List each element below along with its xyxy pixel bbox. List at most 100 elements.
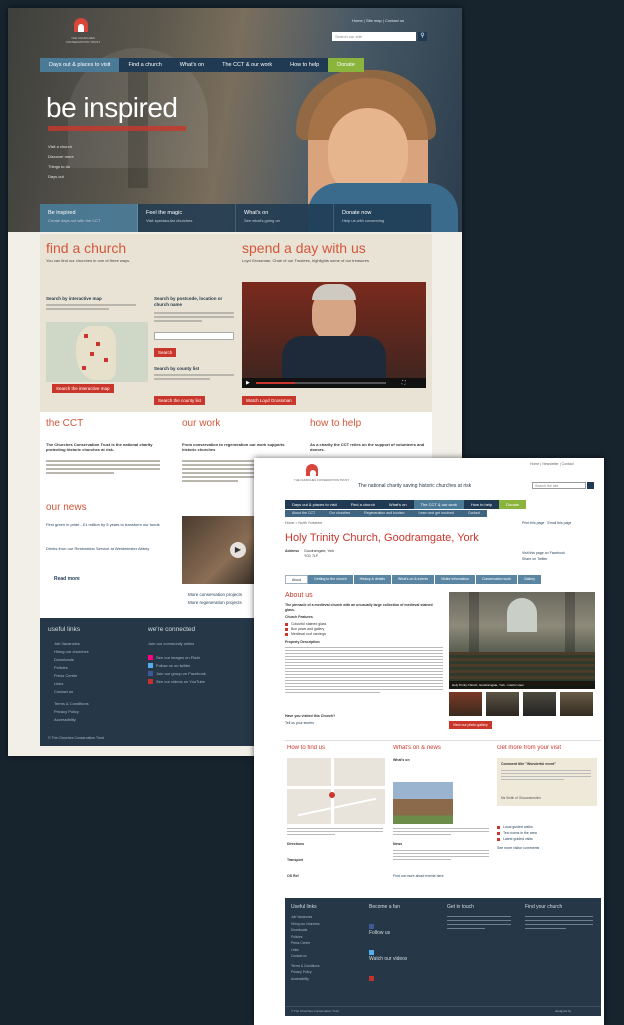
- page-title: Holy Trinity Church, Goodramgate, York: [285, 532, 479, 544]
- nav-days-out[interactable]: Days out & places to visit: [285, 500, 344, 509]
- nav-cct-work[interactable]: The CCT & our work: [413, 500, 464, 509]
- video-controls[interactable]: ▶ ⛶: [242, 378, 426, 388]
- play-icon[interactable]: ▶: [246, 380, 250, 386]
- footer-link[interactable]: Hiring our churches: [54, 648, 89, 656]
- subnav-item[interactable]: Regeneration and tourism: [357, 510, 411, 517]
- breadcrumb[interactable]: Home > North Yorkshire: [285, 521, 322, 525]
- news-item[interactable]: First green in pride - £1 million by 5 y…: [46, 522, 162, 527]
- map-marker-icon[interactable]: [84, 334, 88, 338]
- footer-link[interactable]: Contact us: [54, 688, 89, 696]
- gallery-thumb[interactable]: [449, 692, 482, 716]
- nav-days-out[interactable]: Days out & places to visit: [40, 58, 120, 72]
- map-marker-icon[interactable]: [96, 342, 100, 346]
- youtube-link[interactable]: [369, 970, 377, 988]
- gallery-thumb[interactable]: [560, 692, 593, 716]
- tab-visitor-info[interactable]: Visitor information: [435, 575, 476, 584]
- postcode-input[interactable]: [154, 332, 234, 340]
- search-button-icon[interactable]: ⚲: [418, 32, 427, 41]
- map-search-button[interactable]: Search the interactive map: [52, 384, 114, 393]
- news-item[interactable]: Drinks from our Restoration Service at W…: [46, 546, 162, 551]
- social-facebook[interactable]: Join our group on Facebook: [148, 670, 206, 678]
- cct-logo-icon[interactable]: [306, 464, 318, 478]
- hero-tab-donate[interactable]: Donate now Help us with conserving: [334, 204, 432, 232]
- nav-how-help[interactable]: How to help: [463, 500, 500, 509]
- footer-link[interactable]: Job Vacancies: [54, 640, 89, 648]
- location-map[interactable]: [287, 758, 385, 824]
- tab-whats-on[interactable]: What's on & events: [391, 575, 435, 584]
- event-photo[interactable]: [393, 782, 453, 824]
- tab-gallery[interactable]: Gallery: [517, 575, 543, 584]
- nav-find-church[interactable]: Find a church: [343, 500, 382, 509]
- tab-history[interactable]: History & details: [353, 575, 392, 584]
- gallery-thumb[interactable]: [486, 692, 519, 716]
- cct-logo-icon[interactable]: [74, 18, 88, 32]
- subnav-item[interactable]: Contact: [461, 510, 487, 517]
- watch-video-button[interactable]: Watch Loyd Grossman: [242, 396, 296, 405]
- map-marker-icon[interactable]: [104, 358, 108, 362]
- work-link[interactable]: More regeneration projects: [188, 600, 242, 605]
- nav-cct-work[interactable]: The CCT & our work: [213, 58, 282, 72]
- interactive-map-preview[interactable]: [46, 322, 148, 382]
- church-interior-photo[interactable]: Holy Trinity Church, Goodramgate, York -…: [449, 592, 595, 689]
- social-flickr[interactable]: See our images on Flickr: [148, 654, 206, 662]
- footer-link[interactable]: Accessibility: [291, 976, 320, 983]
- footer-link[interactable]: Press Centre: [54, 672, 89, 680]
- search-button-icon[interactable]: [587, 482, 594, 489]
- tab-conservation[interactable]: Conservation work: [475, 575, 518, 584]
- nav-donate[interactable]: Donate: [328, 58, 364, 72]
- news-read-more[interactable]: Read more: [54, 576, 80, 582]
- hero-tab-whatson[interactable]: What's on See what's going on: [236, 204, 334, 232]
- video-player[interactable]: ▶ ⛶: [242, 282, 426, 388]
- top-link-home[interactable]: Home: [352, 18, 363, 23]
- map-marker-icon[interactable]: [90, 352, 94, 356]
- visited-link[interactable]: Tell us your stories: [285, 721, 314, 725]
- social-youtube[interactable]: See our videos on YouTube: [148, 678, 206, 686]
- subnav-item[interactable]: Our churches: [322, 510, 357, 517]
- subnav-item[interactable]: About the CCT: [285, 510, 322, 517]
- hero-tab-inspired[interactable]: Be inspired Create days out with the CCT: [40, 204, 138, 232]
- top-links[interactable]: Home | Site map | Contact us: [352, 18, 404, 23]
- nav-find-church[interactable]: Find a church: [119, 58, 171, 72]
- whats-on-more-link[interactable]: Find out more about events here: [393, 874, 444, 878]
- play-icon[interactable]: ▶: [230, 542, 246, 558]
- hero-tab-magic[interactable]: Feel the magic Visit spectacular churches: [138, 204, 236, 232]
- search-input[interactable]: Search the site: [532, 482, 586, 489]
- footer-link[interactable]: Links: [54, 680, 89, 688]
- footer-link[interactable]: Terms & Conditions: [54, 700, 89, 708]
- top-link-sitemap[interactable]: Site map: [366, 18, 382, 23]
- nav-how-help[interactable]: How to help: [281, 58, 329, 72]
- all-comments-link[interactable]: See more visitor comments: [497, 846, 539, 850]
- hero-bullet[interactable]: Things to do: [48, 162, 74, 172]
- top-link-contact[interactable]: Contact us: [385, 18, 404, 23]
- postcode-search-button[interactable]: Search: [154, 348, 177, 357]
- footer-link[interactable]: Accessibility: [54, 716, 89, 724]
- fullscreen-icon[interactable]: ⛶: [402, 380, 406, 386]
- map-pin-icon[interactable]: [329, 792, 335, 798]
- social-twitter[interactable]: Follow us on twitter: [148, 662, 206, 670]
- county-search-button[interactable]: Search the county list: [154, 396, 206, 405]
- nav-whats-on[interactable]: What's on: [381, 500, 414, 509]
- tab-getting-there[interactable]: Getting to the church: [308, 575, 354, 584]
- hero-bullet[interactable]: Visit a church: [48, 142, 74, 152]
- our-work-photo[interactable]: ▶: [182, 516, 262, 584]
- video-progress-track[interactable]: [256, 382, 386, 384]
- tab-about[interactable]: About: [285, 575, 309, 584]
- footer-link[interactable]: Policies: [54, 664, 89, 672]
- map-marker-icon[interactable]: [82, 366, 86, 370]
- top-links[interactable]: Home | Newsletter | Contact: [530, 462, 574, 466]
- search-input[interactable]: Search our site: [332, 32, 416, 41]
- hero-bullet[interactable]: Days out: [48, 172, 74, 182]
- email-link[interactable]: Email this page: [548, 521, 572, 525]
- visit-link[interactable]: Latest guided visits: [497, 836, 537, 842]
- nav-donate[interactable]: Donate: [499, 500, 527, 509]
- footer-link[interactable]: Downloads: [54, 656, 89, 664]
- print-link[interactable]: Print this page: [522, 521, 544, 525]
- subnav-item[interactable]: Learn and get involved: [411, 510, 460, 517]
- share-twitter[interactable]: Share on Twitter: [522, 556, 565, 562]
- nav-whats-on[interactable]: What's on: [170, 58, 214, 72]
- gallery-button[interactable]: View our photo gallery: [449, 721, 492, 729]
- gallery-thumb[interactable]: [523, 692, 556, 716]
- footer-link[interactable]: Privacy Policy: [54, 708, 89, 716]
- hero-bullet[interactable]: Discover more: [48, 152, 74, 162]
- work-link[interactable]: More conservation projects: [188, 592, 242, 597]
